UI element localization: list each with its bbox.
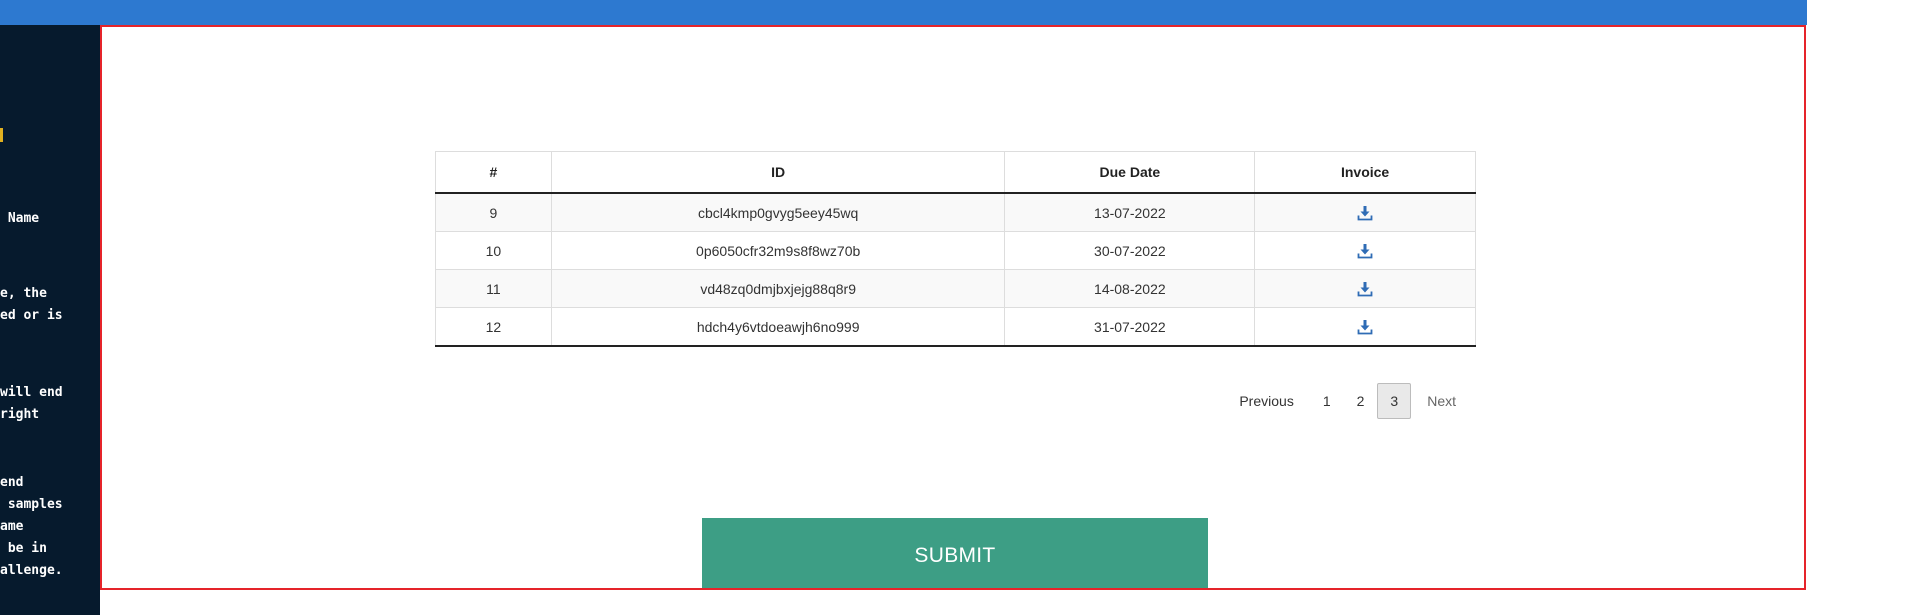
top-bar — [0, 0, 1807, 25]
instruction-line: Name — [0, 211, 40, 226]
column-header-id: ID — [550, 151, 1006, 194]
row-number: 11 — [435, 269, 552, 308]
pagination-next[interactable]: Next — [1411, 383, 1472, 419]
table-row: 11 vd48zq0dmjbxjejg88q8r9 14-08-2022 — [435, 269, 1476, 308]
table-row: 10 0p6050cfr32m9s8f8wz70b 30-07-2022 — [435, 231, 1476, 270]
row-due-date: 14-08-2022 — [1004, 269, 1256, 308]
download-icon[interactable] — [1357, 319, 1373, 335]
instruction-line: will end — [0, 385, 63, 400]
row-id: hdch4y6vtdoeawjh6no999 — [550, 307, 1006, 347]
challenge-frame: # ID Due Date Invoice 9 cbcl4kmp0gvyg5ee… — [100, 25, 1806, 590]
instruction-line: samples — [0, 497, 63, 512]
invoice-cell — [1254, 231, 1476, 270]
row-due-date: 31-07-2022 — [1004, 307, 1256, 347]
row-due-date: 13-07-2022 — [1004, 192, 1256, 232]
table-header-row: # ID Due Date Invoice — [435, 151, 1476, 194]
row-number: 12 — [435, 307, 552, 347]
pagination-page-2[interactable]: 2 — [1344, 383, 1378, 419]
invoice-cell — [1254, 307, 1476, 347]
column-header-invoice: Invoice — [1254, 151, 1476, 194]
instruction-line: be in — [0, 541, 47, 556]
instruction-line: right — [0, 407, 40, 422]
row-id: cbcl4kmp0gvyg5eey45wq — [550, 192, 1006, 232]
row-id: 0p6050cfr32m9s8f8wz70b — [550, 231, 1006, 270]
row-due-date: 30-07-2022 — [1004, 231, 1256, 270]
instruction-line: ame — [0, 519, 24, 534]
pagination-previous[interactable]: Previous — [1223, 383, 1309, 419]
pagination: Previous 1 2 3 Next — [1223, 383, 1472, 419]
instruction-line: allenge. — [0, 563, 63, 578]
pagination-page-3-current[interactable]: 3 — [1377, 383, 1412, 419]
invoice-cell — [1254, 269, 1476, 308]
instruction-line: ed or is — [0, 308, 63, 323]
row-id: vd48zq0dmjbxjejg88q8r9 — [550, 269, 1006, 308]
submit-button[interactable]: SUBMIT — [702, 518, 1208, 588]
instruction-line: end — [0, 475, 24, 490]
column-header-number: # — [435, 151, 552, 194]
row-number: 9 — [435, 192, 552, 232]
invoice-table: # ID Due Date Invoice 9 cbcl4kmp0gvyg5ee… — [435, 151, 1476, 347]
table-row: 12 hdch4y6vtdoeawjh6no999 31-07-2022 — [435, 307, 1476, 347]
column-header-due-date: Due Date — [1004, 151, 1256, 194]
pagination-page-1[interactable]: 1 — [1310, 383, 1344, 419]
download-icon[interactable] — [1357, 243, 1373, 259]
highlight-marker — [0, 128, 3, 142]
invoice-cell — [1254, 192, 1476, 232]
row-number: 10 — [435, 231, 552, 270]
download-icon[interactable] — [1357, 205, 1373, 221]
instructions-panel: Name e, the ed or is will end right end … — [0, 25, 100, 615]
download-icon[interactable] — [1357, 281, 1373, 297]
table-row: 9 cbcl4kmp0gvyg5eey45wq 13-07-2022 — [435, 192, 1476, 232]
instruction-line: e, the — [0, 286, 47, 301]
